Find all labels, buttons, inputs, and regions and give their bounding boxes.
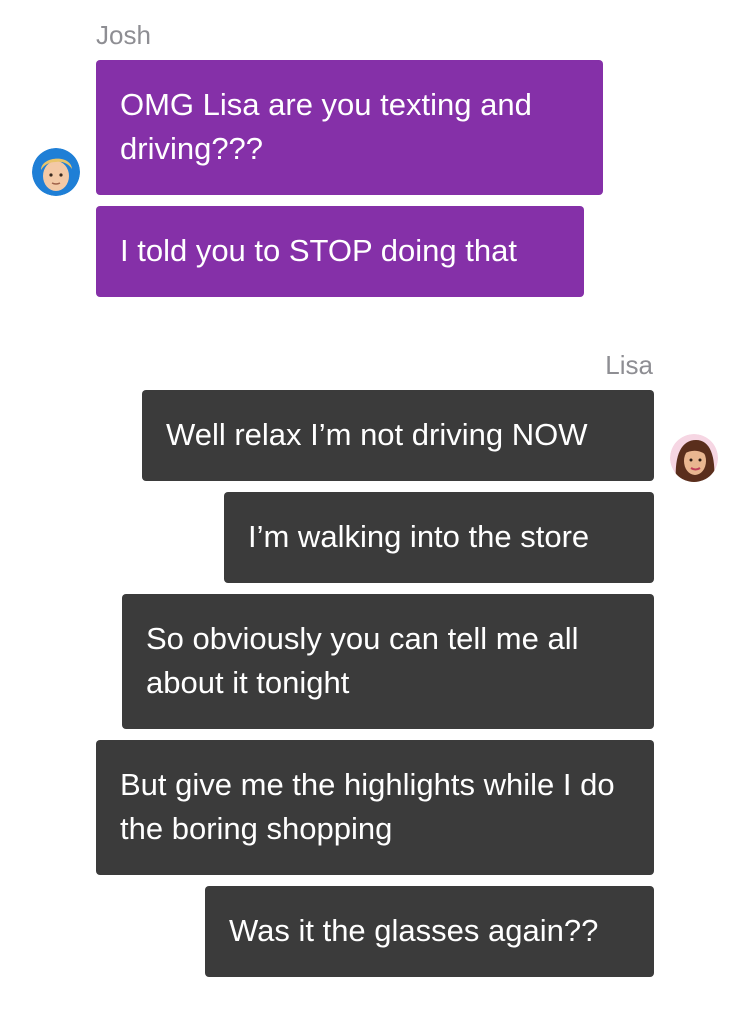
lisa-avatar[interactable] [670, 434, 718, 482]
message-bubble-outgoing[interactable]: I’m walking into the store [224, 492, 654, 583]
message-bubble-incoming[interactable]: I told you to STOP doing that [96, 206, 584, 297]
lisa-sender-name: Lisa [605, 350, 653, 380]
message-bubble-incoming[interactable]: OMG Lisa are you texting and driving??? [96, 60, 603, 195]
message-bubble-outgoing[interactable]: Well relax I’m not driving NOW [142, 390, 654, 481]
josh-avatar-icon [32, 148, 80, 196]
message-bubble-outgoing[interactable]: Was it the glasses again?? [205, 886, 654, 977]
message-bubble-outgoing[interactable]: But give me the highlights while I do th… [96, 740, 654, 875]
josh-sender-name: Josh [96, 20, 151, 50]
lisa-avatar-icon [670, 434, 718, 482]
josh-avatar[interactable] [32, 148, 80, 196]
message-bubble-outgoing[interactable]: So obviously you can tell me all about i… [122, 594, 654, 729]
